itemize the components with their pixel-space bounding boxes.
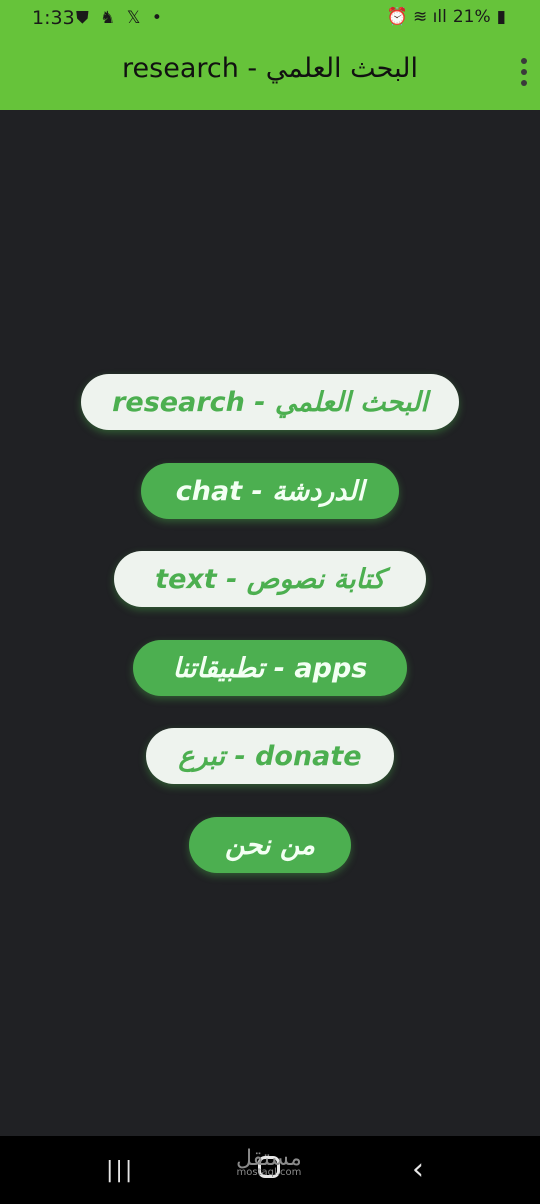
main-content: research - البحث العلمي chat - الدردشة t… bbox=[0, 110, 540, 1136]
status-bar: 1:33 ⛊ ♞ 𝕏 • ⏰ ≋ ıll 21% ▮ bbox=[0, 0, 540, 36]
recents-icon[interactable]: ||| bbox=[106, 1158, 134, 1183]
watermark-subtext: mostaql.com bbox=[236, 1167, 302, 1178]
research-button[interactable]: research - البحث العلمي bbox=[81, 374, 459, 430]
watermark: مستقل mostaql.com bbox=[236, 1148, 302, 1178]
status-time: 1:33 bbox=[32, 7, 75, 29]
back-icon[interactable]: ‹ bbox=[412, 1152, 424, 1187]
alarm-wifi-signal-icons: ⏰ ≋ ıll bbox=[386, 7, 447, 27]
about-us-button[interactable]: من نحن bbox=[189, 817, 351, 873]
app-bar: research - البحث العلمي bbox=[0, 36, 540, 110]
apps-button[interactable]: تطبيقاتنا - apps bbox=[133, 640, 407, 696]
system-nav-bar: ||| مستقل mostaql.com ‹ bbox=[0, 1136, 540, 1204]
battery-percent: 21% bbox=[452, 7, 491, 27]
status-right: ⏰ ≋ ıll 21% ▮ bbox=[386, 7, 506, 27]
chat-button[interactable]: chat - الدردشة bbox=[141, 463, 399, 519]
notification-icons: ⛊ ♞ 𝕏 • bbox=[76, 8, 165, 28]
donate-button[interactable]: تبرع - donate bbox=[146, 728, 394, 784]
text-writing-button[interactable]: text - كتابة نصوص bbox=[114, 551, 426, 607]
more-vert-icon[interactable] bbox=[520, 58, 528, 86]
app-title: research - البحث العلمي bbox=[122, 53, 418, 84]
battery-icon: ▮ bbox=[496, 7, 506, 27]
